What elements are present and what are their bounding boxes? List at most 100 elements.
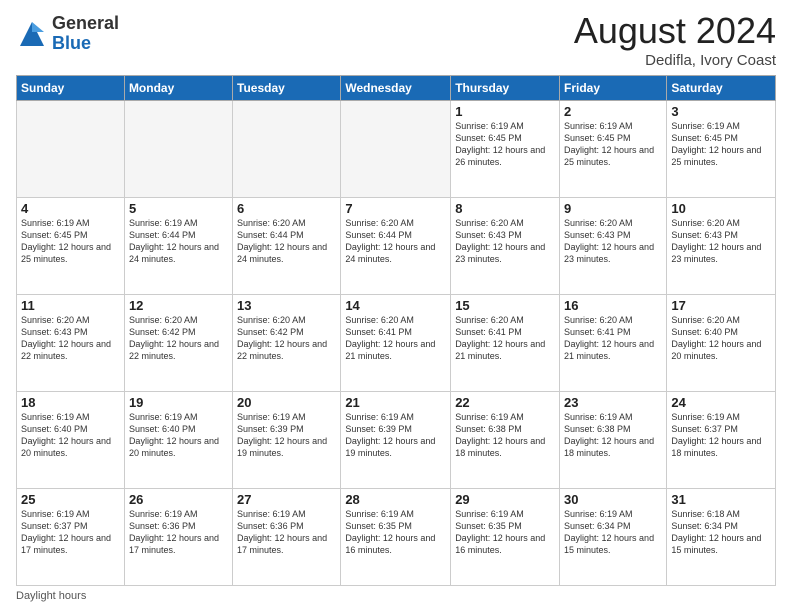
- calendar-cell: 7Sunrise: 6:20 AM Sunset: 6:44 PM Daylig…: [341, 198, 451, 295]
- calendar-cell: [124, 101, 232, 198]
- day-info: Sunrise: 6:20 AM Sunset: 6:44 PM Dayligh…: [345, 217, 446, 266]
- calendar-cell: 26Sunrise: 6:19 AM Sunset: 6:36 PM Dayli…: [124, 489, 232, 586]
- day-number: 6: [237, 201, 336, 216]
- calendar-cell: 12Sunrise: 6:20 AM Sunset: 6:42 PM Dayli…: [124, 295, 232, 392]
- day-number: 28: [345, 492, 446, 507]
- calendar-body: 1Sunrise: 6:19 AM Sunset: 6:45 PM Daylig…: [17, 101, 776, 586]
- day-number: 10: [671, 201, 771, 216]
- day-info: Sunrise: 6:20 AM Sunset: 6:43 PM Dayligh…: [671, 217, 771, 266]
- day-info: Sunrise: 6:19 AM Sunset: 6:38 PM Dayligh…: [455, 411, 555, 460]
- day-number: 31: [671, 492, 771, 507]
- day-info: Sunrise: 6:19 AM Sunset: 6:37 PM Dayligh…: [671, 411, 771, 460]
- day-number: 11: [21, 298, 120, 313]
- calendar-cell: 22Sunrise: 6:19 AM Sunset: 6:38 PM Dayli…: [451, 392, 560, 489]
- logo-text: General Blue: [52, 14, 119, 54]
- week-row-0: 1Sunrise: 6:19 AM Sunset: 6:45 PM Daylig…: [17, 101, 776, 198]
- day-info: Sunrise: 6:19 AM Sunset: 6:37 PM Dayligh…: [21, 508, 120, 557]
- day-info: Sunrise: 6:19 AM Sunset: 6:45 PM Dayligh…: [671, 120, 771, 169]
- logo-icon: [16, 18, 48, 50]
- day-info: Sunrise: 6:19 AM Sunset: 6:36 PM Dayligh…: [237, 508, 336, 557]
- day-info: Sunrise: 6:20 AM Sunset: 6:41 PM Dayligh…: [455, 314, 555, 363]
- calendar-cell: 9Sunrise: 6:20 AM Sunset: 6:43 PM Daylig…: [560, 198, 667, 295]
- day-info: Sunrise: 6:19 AM Sunset: 6:45 PM Dayligh…: [564, 120, 662, 169]
- days-header-row: SundayMondayTuesdayWednesdayThursdayFrid…: [17, 76, 776, 101]
- week-row-4: 25Sunrise: 6:19 AM Sunset: 6:37 PM Dayli…: [17, 489, 776, 586]
- calendar-cell: 29Sunrise: 6:19 AM Sunset: 6:35 PM Dayli…: [451, 489, 560, 586]
- day-number: 17: [671, 298, 771, 313]
- day-info: Sunrise: 6:19 AM Sunset: 6:38 PM Dayligh…: [564, 411, 662, 460]
- day-number: 18: [21, 395, 120, 410]
- week-row-3: 18Sunrise: 6:19 AM Sunset: 6:40 PM Dayli…: [17, 392, 776, 489]
- day-number: 29: [455, 492, 555, 507]
- day-info: Sunrise: 6:19 AM Sunset: 6:36 PM Dayligh…: [129, 508, 228, 557]
- day-number: 22: [455, 395, 555, 410]
- logo: General Blue: [16, 14, 119, 54]
- day-number: 7: [345, 201, 446, 216]
- day-info: Sunrise: 6:20 AM Sunset: 6:43 PM Dayligh…: [21, 314, 120, 363]
- calendar-cell: 5Sunrise: 6:19 AM Sunset: 6:44 PM Daylig…: [124, 198, 232, 295]
- day-info: Sunrise: 6:19 AM Sunset: 6:39 PM Dayligh…: [345, 411, 446, 460]
- day-number: 5: [129, 201, 228, 216]
- calendar-cell: [17, 101, 125, 198]
- calendar-header: SundayMondayTuesdayWednesdayThursdayFrid…: [17, 76, 776, 101]
- calendar-cell: 28Sunrise: 6:19 AM Sunset: 6:35 PM Dayli…: [341, 489, 451, 586]
- day-number: 16: [564, 298, 662, 313]
- calendar-cell: 15Sunrise: 6:20 AM Sunset: 6:41 PM Dayli…: [451, 295, 560, 392]
- calendar-cell: 17Sunrise: 6:20 AM Sunset: 6:40 PM Dayli…: [667, 295, 776, 392]
- calendar-cell: 6Sunrise: 6:20 AM Sunset: 6:44 PM Daylig…: [233, 198, 341, 295]
- day-number: 27: [237, 492, 336, 507]
- day-number: 9: [564, 201, 662, 216]
- day-number: 21: [345, 395, 446, 410]
- day-info: Sunrise: 6:19 AM Sunset: 6:35 PM Dayligh…: [455, 508, 555, 557]
- title-block: August 2024 Dedifla, Ivory Coast: [574, 10, 776, 69]
- day-number: 1: [455, 104, 555, 119]
- calendar-cell: 14Sunrise: 6:20 AM Sunset: 6:41 PM Dayli…: [341, 295, 451, 392]
- day-info: Sunrise: 6:20 AM Sunset: 6:41 PM Dayligh…: [564, 314, 662, 363]
- calendar-cell: 23Sunrise: 6:19 AM Sunset: 6:38 PM Dayli…: [560, 392, 667, 489]
- day-info: Sunrise: 6:18 AM Sunset: 6:34 PM Dayligh…: [671, 508, 771, 557]
- logo-blue: Blue: [52, 34, 119, 54]
- calendar-cell: 10Sunrise: 6:20 AM Sunset: 6:43 PM Dayli…: [667, 198, 776, 295]
- day-number: 30: [564, 492, 662, 507]
- day-number: 19: [129, 395, 228, 410]
- day-number: 20: [237, 395, 336, 410]
- header-friday: Friday: [560, 76, 667, 101]
- calendar-cell: 11Sunrise: 6:20 AM Sunset: 6:43 PM Dayli…: [17, 295, 125, 392]
- page: General Blue August 2024 Dedifla, Ivory …: [0, 0, 792, 612]
- header-tuesday: Tuesday: [233, 76, 341, 101]
- calendar-cell: 20Sunrise: 6:19 AM Sunset: 6:39 PM Dayli…: [233, 392, 341, 489]
- calendar-cell: 31Sunrise: 6:18 AM Sunset: 6:34 PM Dayli…: [667, 489, 776, 586]
- calendar-cell: [341, 101, 451, 198]
- day-number: 26: [129, 492, 228, 507]
- day-info: Sunrise: 6:20 AM Sunset: 6:42 PM Dayligh…: [237, 314, 336, 363]
- day-info: Sunrise: 6:20 AM Sunset: 6:43 PM Dayligh…: [564, 217, 662, 266]
- calendar-cell: 30Sunrise: 6:19 AM Sunset: 6:34 PM Dayli…: [560, 489, 667, 586]
- day-number: 25: [21, 492, 120, 507]
- location: Dedifla, Ivory Coast: [574, 52, 776, 69]
- header-thursday: Thursday: [451, 76, 560, 101]
- logo-general: General: [52, 14, 119, 34]
- day-info: Sunrise: 6:19 AM Sunset: 6:45 PM Dayligh…: [21, 217, 120, 266]
- calendar-table: SundayMondayTuesdayWednesdayThursdayFrid…: [16, 75, 776, 586]
- calendar-cell: 8Sunrise: 6:20 AM Sunset: 6:43 PM Daylig…: [451, 198, 560, 295]
- calendar-cell: 27Sunrise: 6:19 AM Sunset: 6:36 PM Dayli…: [233, 489, 341, 586]
- day-info: Sunrise: 6:19 AM Sunset: 6:39 PM Dayligh…: [237, 411, 336, 460]
- day-number: 15: [455, 298, 555, 313]
- calendar-cell: 3Sunrise: 6:19 AM Sunset: 6:45 PM Daylig…: [667, 101, 776, 198]
- calendar-cell: [233, 101, 341, 198]
- week-row-1: 4Sunrise: 6:19 AM Sunset: 6:45 PM Daylig…: [17, 198, 776, 295]
- footer-note: Daylight hours: [16, 590, 776, 602]
- day-info: Sunrise: 6:19 AM Sunset: 6:45 PM Dayligh…: [455, 120, 555, 169]
- calendar-cell: 21Sunrise: 6:19 AM Sunset: 6:39 PM Dayli…: [341, 392, 451, 489]
- day-number: 24: [671, 395, 771, 410]
- month-title: August 2024: [574, 10, 776, 52]
- day-number: 4: [21, 201, 120, 216]
- day-number: 3: [671, 104, 771, 119]
- calendar-cell: 24Sunrise: 6:19 AM Sunset: 6:37 PM Dayli…: [667, 392, 776, 489]
- day-info: Sunrise: 6:19 AM Sunset: 6:34 PM Dayligh…: [564, 508, 662, 557]
- header: General Blue August 2024 Dedifla, Ivory …: [16, 10, 776, 69]
- day-number: 23: [564, 395, 662, 410]
- calendar-cell: 1Sunrise: 6:19 AM Sunset: 6:45 PM Daylig…: [451, 101, 560, 198]
- calendar-cell: 25Sunrise: 6:19 AM Sunset: 6:37 PM Dayli…: [17, 489, 125, 586]
- header-sunday: Sunday: [17, 76, 125, 101]
